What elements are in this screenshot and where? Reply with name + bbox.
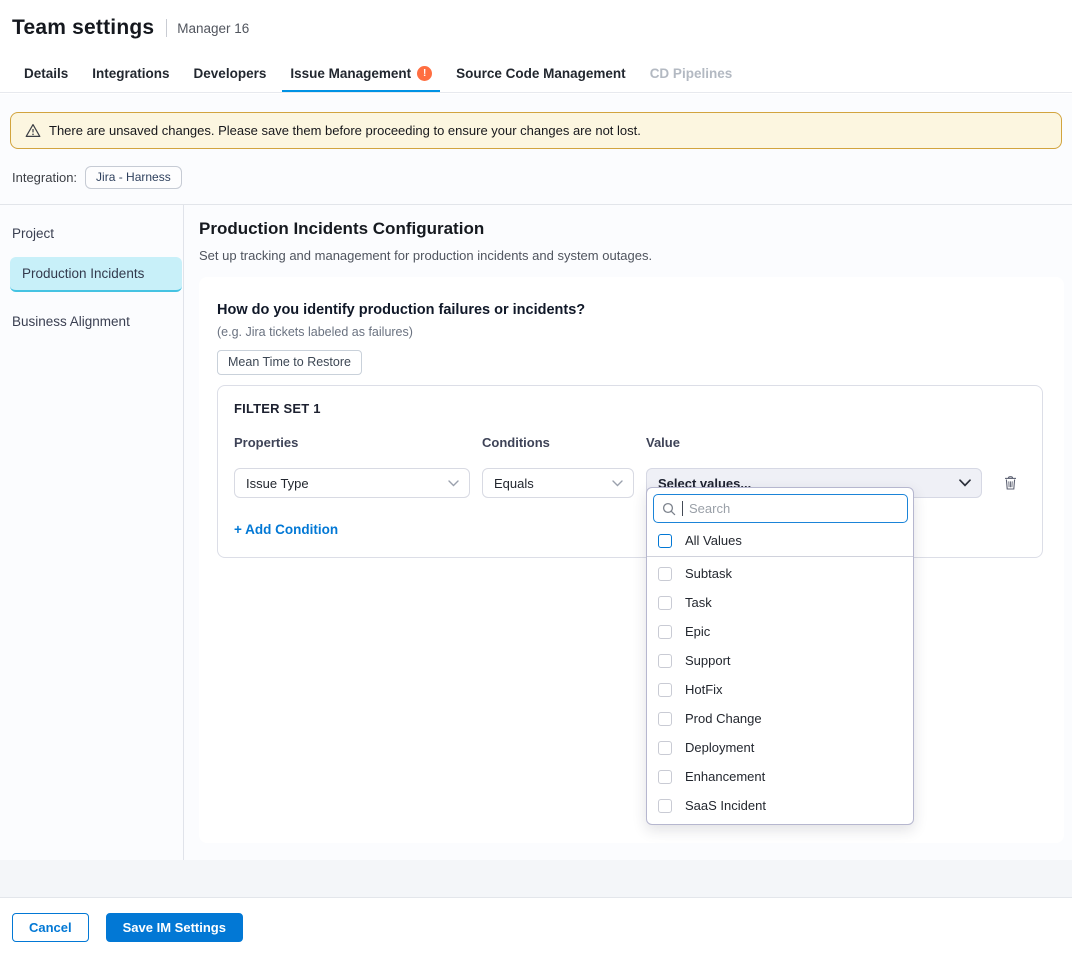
option-saas-incident[interactable]: SaaS Incident — [647, 791, 913, 820]
checkbox[interactable] — [658, 683, 672, 697]
tab-label: Integrations — [92, 66, 169, 81]
conditions-select-value: Equals — [494, 476, 534, 491]
page-title: Team settings — [12, 16, 154, 40]
unsaved-changes-banner: There are unsaved changes. Please save t… — [10, 112, 1062, 149]
settings-tabbar: Details Integrations Developers Issue Ma… — [0, 56, 1072, 93]
column-header-conditions: Conditions — [482, 435, 646, 450]
checkbox[interactable] — [658, 654, 672, 668]
banner-message: There are unsaved changes. Please save t… — [49, 123, 641, 138]
option-all-values[interactable]: All Values — [647, 527, 913, 554]
option-hotfix[interactable]: HotFix — [647, 675, 913, 704]
trash-icon — [1003, 475, 1018, 491]
tab-label: Issue Management — [290, 66, 411, 81]
sidebar-item-project[interactable]: Project — [0, 218, 182, 251]
title-divider — [166, 19, 167, 37]
config-hint: (e.g. Jira tickets labeled as failures) — [217, 325, 1046, 339]
tab-label: Source Code Management — [456, 66, 626, 81]
alert-badge-icon: ! — [417, 66, 432, 81]
checkbox[interactable] — [658, 712, 672, 726]
page-header: Team settings Manager 16 — [0, 0, 1072, 56]
dropdown-search-box — [653, 494, 908, 523]
option-label: Task — [685, 595, 712, 610]
integration-row: Integration: Jira - Harness — [12, 166, 1072, 188]
tab-issue-management[interactable]: Issue Management ! — [282, 56, 440, 92]
chevron-down-icon — [612, 480, 623, 487]
sidebar-item-label: Business Alignment — [12, 314, 130, 329]
settings-sidebar: Project Production Incidents Business Al… — [0, 205, 184, 862]
tab-label: CD Pipelines — [650, 66, 733, 81]
option-deployment[interactable]: Deployment — [647, 733, 913, 762]
page-background-band — [0, 860, 1072, 897]
sidebar-item-label: Project — [12, 226, 54, 241]
option-label: HotFix — [685, 682, 723, 697]
option-label: All Values — [685, 533, 742, 548]
checkbox[interactable] — [658, 625, 672, 639]
configuration-card: How do you identify production failures … — [199, 277, 1064, 843]
filter-column-headers: Properties Conditions Value — [234, 435, 1026, 450]
tab-label: Developers — [194, 66, 267, 81]
tab-details[interactable]: Details — [16, 56, 76, 92]
checkbox[interactable] — [658, 567, 672, 581]
dropdown-option-list: Subtask Task Epic Support HotFix Prod Ch… — [647, 557, 913, 825]
option-task[interactable]: Task — [647, 588, 913, 617]
search-icon — [662, 502, 676, 516]
config-question: How do you identify production failures … — [217, 302, 1046, 318]
option-epic[interactable]: Epic — [647, 617, 913, 646]
tab-source-code-management[interactable]: Source Code Management — [448, 56, 634, 92]
option-label: Enhancement — [685, 769, 765, 784]
sidebar-item-production-incidents[interactable]: Production Incidents — [10, 257, 182, 292]
warning-icon — [25, 123, 41, 138]
cancel-button[interactable]: Cancel — [12, 913, 89, 942]
integration-label: Integration: — [12, 170, 77, 185]
properties-select-value: Issue Type — [246, 476, 309, 491]
option-customer-notification[interactable]: Customer Notification — [647, 820, 913, 825]
option-label: SaaS Incident — [685, 798, 766, 813]
tab-developers[interactable]: Developers — [186, 56, 275, 92]
text-caret — [682, 501, 683, 516]
option-label: Prod Change — [685, 711, 762, 726]
column-header-value: Value — [646, 435, 982, 450]
checkbox[interactable] — [658, 770, 672, 784]
tab-integrations[interactable]: Integrations — [84, 56, 177, 92]
chevron-down-icon — [959, 479, 971, 487]
checkbox-all-values[interactable] — [658, 534, 672, 548]
team-settings-page: Team settings Manager 16 Details Integra… — [0, 0, 1072, 956]
checkbox[interactable] — [658, 596, 672, 610]
section-title: Production Incidents Configuration — [199, 219, 1064, 239]
footer-actions: Cancel Save IM Settings — [0, 897, 1072, 956]
save-im-settings-button[interactable]: Save IM Settings — [106, 913, 243, 942]
conditions-select[interactable]: Equals — [482, 468, 634, 498]
add-condition-button[interactable]: + Add Condition — [234, 522, 338, 537]
checkbox[interactable] — [658, 799, 672, 813]
filter-set-title: FILTER SET 1 — [234, 401, 1026, 416]
properties-select[interactable]: Issue Type — [234, 468, 470, 498]
tab-label: Details — [24, 66, 68, 81]
checkbox[interactable] — [658, 741, 672, 755]
integration-chip[interactable]: Jira - Harness — [85, 166, 182, 189]
dropdown-search-input[interactable] — [689, 501, 899, 516]
filter-set-1: FILTER SET 1 Properties Conditions Value… — [217, 385, 1043, 558]
page-subtitle: Manager 16 — [177, 21, 249, 36]
option-subtask[interactable]: Subtask — [647, 559, 913, 588]
sidebar-item-business-alignment[interactable]: Business Alignment — [0, 302, 182, 339]
value-dropdown-panel: All Values Subtask Task Epic Support — [646, 487, 914, 825]
sidebar-item-label: Production Incidents — [22, 266, 144, 281]
section-subtitle: Set up tracking and management for produ… — [199, 248, 1064, 263]
option-support[interactable]: Support — [647, 646, 913, 675]
option-label: Subtask — [685, 566, 732, 581]
tab-cd-pipelines: CD Pipelines — [642, 56, 741, 92]
metric-chip-mean-time-to-restore[interactable]: Mean Time to Restore — [217, 350, 362, 375]
option-label: Deployment — [685, 740, 754, 755]
option-prod-change[interactable]: Prod Change — [647, 704, 913, 733]
chevron-down-icon — [448, 480, 459, 487]
option-enhancement[interactable]: Enhancement — [647, 762, 913, 791]
column-header-properties: Properties — [234, 435, 482, 450]
delete-condition-button[interactable] — [1003, 475, 1018, 491]
main-panel: Production Incidents Configuration Set u… — [184, 205, 1072, 862]
option-label: Support — [685, 653, 731, 668]
option-label: Epic — [685, 624, 710, 639]
